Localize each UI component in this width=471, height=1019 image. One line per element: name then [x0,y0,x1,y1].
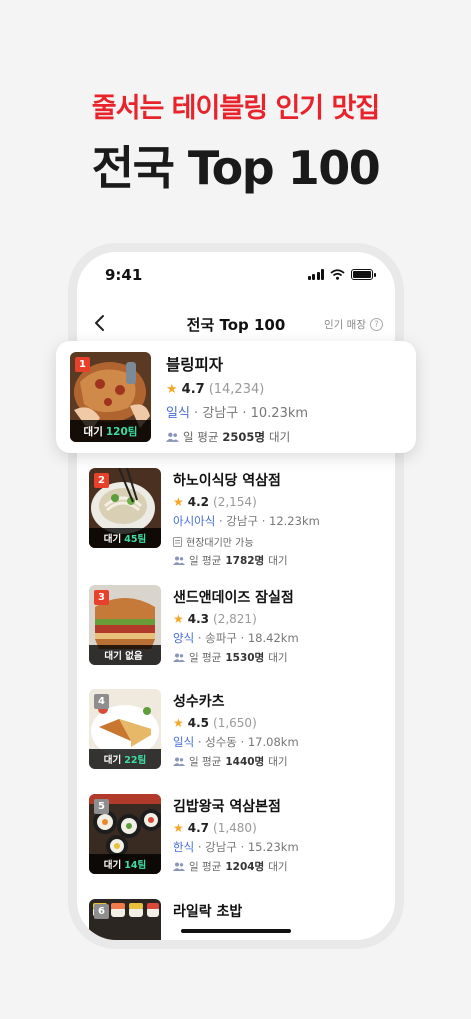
restaurant-name: 성수카츠 [173,694,225,710]
rank-badge: 6 [94,904,109,919]
popular-store-label: 인기 매장 [324,319,366,331]
daily-average: 일 평균 1204명 대기 [173,859,389,874]
wait-status: 대기 120팀 [70,420,151,442]
rating-row: ★ 4.2 (2,154) [173,495,257,509]
restaurant-thumbnail: 3 대기 없음 [89,585,161,665]
rank-badge: 4 [94,694,109,709]
restaurant-name: 김밥왕국 역삼본점 [173,799,281,815]
rank-badge: 3 [94,590,109,605]
onsite-note: 현장대기만 가능 [173,534,389,549]
daily-average: 일 평균 1530명 대기 [173,650,389,665]
help-icon[interactable]: ? [370,318,383,331]
restaurant-item[interactable]: 6 라일락 초밥 [89,899,389,940]
wait-status: 대기 45팀 [89,528,161,548]
restaurant-name: 블링피자 [166,356,224,374]
restaurant-thumbnail: 6 [89,899,161,940]
home-indicator [181,929,291,933]
hero-title: 전국 Top 100 [91,141,381,195]
hero-subtitle: 줄서는 테이블링 인기 맛집 [91,93,380,124]
restaurant-name: 하노이식당 역삼점 [173,473,281,489]
status-bar: 9:41 [77,252,395,296]
wifi-icon [330,269,345,280]
rating-row: ★ 4.5 (1,650) [173,716,257,730]
daily-average: 일 평균 1440명 대기 [173,754,389,769]
star-icon: ★ [173,716,184,730]
people-icon [173,653,185,662]
daily-average: 일 평균 2505명 대기 [166,429,416,445]
restaurant-meta: 아시아식 · 강남구 · 12.23km [173,514,320,528]
battery-icon [351,269,376,280]
restaurant-thumbnail: 5 대기 14팀 [89,794,161,874]
restaurant-name: 라일락 초밥 [173,904,243,920]
restaurant-meta: 양식 · 송파구 · 18.42km [173,631,299,645]
rank-badge: 5 [94,799,109,814]
restaurant-item[interactable]: 2 대기 45팀 하노이식당 역삼점 ★ 4.2 (2,154) 아시아식 · 강… [89,468,389,567]
wait-status: 대기 22팀 [89,749,161,769]
people-icon [173,556,185,565]
restaurant-thumbnail: 4 대기 22팀 [89,689,161,769]
wait-status: 대기 없음 [89,645,161,665]
restaurant-name: 샌드앤데이즈 잠실점 [173,590,294,606]
featured-restaurant-card[interactable]: 1 대기 120팀 블링피자 ★ 4.7 (14,234) 일식 · 강남구 · … [56,341,416,453]
star-icon: ★ [166,382,178,397]
rating-row: ★ 4.7 (1,480) [173,821,257,835]
status-icons [307,269,376,280]
signal-icon [307,269,324,280]
restaurant-thumbnail: 1 대기 120팀 [70,352,151,442]
restaurant-item[interactable]: 4 대기 22팀 성수카츠 ★ 4.5 (1,650) 일식 · 성수동 · 17… [89,689,389,775]
status-time: 9:41 [105,266,143,284]
rank-badge: 2 [94,473,109,488]
restaurant-meta: 일식 · 강남구 · 10.23km [166,406,309,421]
document-icon [173,536,182,547]
popular-store-button[interactable]: 인기 매장 ? [324,317,383,332]
star-icon: ★ [173,495,184,509]
star-icon: ★ [173,612,184,626]
nav-bar: 전국 Top 100 인기 매장 ? [77,304,395,344]
wait-status: 대기 14팀 [89,854,161,874]
rating-row: ★ 4.7 (14,234) [166,382,265,397]
rank-badge: 1 [75,357,90,372]
restaurant-item[interactable]: 5 대기 14팀 김밥왕국 역삼본점 ★ 4.7 (1,480) 한식 · 강남구… [89,794,389,880]
star-icon: ★ [173,821,184,835]
people-icon [166,432,179,442]
rating-row: ★ 4.3 (2,821) [173,612,257,626]
people-icon [173,757,185,766]
people-icon [173,862,185,871]
restaurant-meta: 일식 · 성수동 · 17.08km [173,735,299,749]
restaurant-thumbnail: 2 대기 45팀 [89,468,161,548]
restaurant-item[interactable]: 3 대기 없음 샌드앤데이즈 잠실점 ★ 4.3 (2,821) 양식 · 송파… [89,585,389,671]
restaurant-meta: 한식 · 강남구 · 15.23km [173,840,299,854]
daily-average: 일 평균 1782명 대기 [173,553,389,568]
